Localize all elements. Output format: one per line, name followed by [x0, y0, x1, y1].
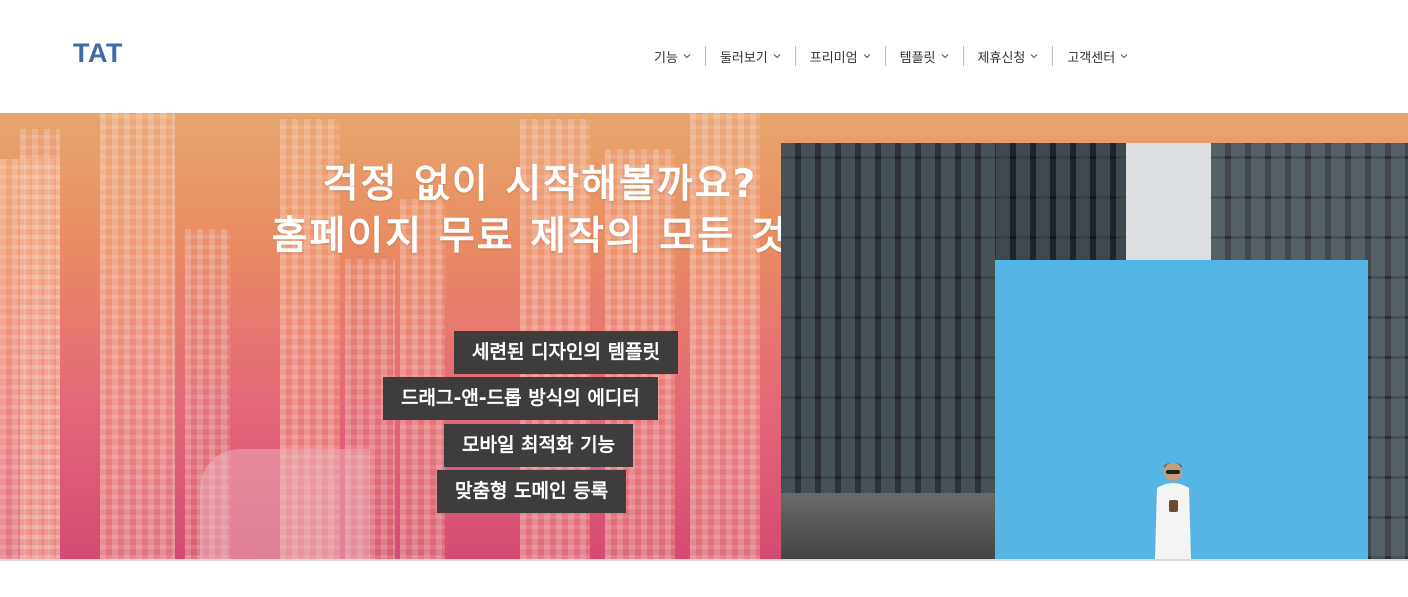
nav-item-features[interactable]: 기능: [640, 45, 705, 67]
background-ship: [200, 449, 370, 559]
hero-photo: [781, 143, 1408, 559]
feature-badge-editor: 드래그-앤-드롭 방식의 에디터: [383, 377, 658, 420]
site-header: TAT 기능 둘러보기 프리미엄 템플릿 제휴신청 고객센터: [0, 0, 1408, 113]
chevron-down-icon: [773, 54, 781, 59]
feature-badge-templates: 세련된 디자인의 템플릿: [454, 331, 679, 374]
logo[interactable]: TAT: [73, 38, 123, 69]
chevron-down-icon: [1030, 54, 1038, 59]
chevron-down-icon: [683, 54, 691, 59]
section-divider: [0, 559, 1408, 561]
background-building: [100, 113, 175, 559]
nav-item-label: 고객센터: [1067, 50, 1116, 66]
hero-title: 걱정 없이 시작해볼까요? 홈페이지 무료 제작의 모든 것!: [200, 159, 880, 263]
chevron-down-icon: [1120, 54, 1128, 59]
nav-item-label: 둘러보기: [719, 50, 768, 66]
photo-woman: [1155, 462, 1191, 559]
hero-title-line-2: 홈페이지 무료 제작의 모든 것!: [271, 214, 809, 259]
background-building: [20, 129, 60, 559]
chevron-down-icon: [941, 54, 948, 59]
nav-item-label: 프리미엄: [809, 50, 858, 66]
nav-item-label: 기능: [654, 50, 678, 66]
photo-street-crowd: [781, 493, 1001, 559]
nav-item-label: 템플릿: [899, 50, 936, 66]
nav-item-label: 제휴신청: [977, 50, 1026, 66]
nav-item-support[interactable]: 고객센터: [1053, 45, 1142, 67]
chevron-down-icon: [863, 54, 870, 59]
nav-item-templates[interactable]: 템플릿: [886, 45, 963, 67]
nav-item-premium[interactable]: 프리미엄: [796, 45, 885, 67]
nav-item-partnership[interactable]: 제휴신청: [964, 45, 1053, 67]
main-nav: 기능 둘러보기 프리미엄 템플릿 제휴신청 고객센터: [640, 44, 1142, 68]
feature-badge-mobile: 모바일 최적화 기능: [444, 424, 634, 467]
feature-badge-domain: 맞춤형 도메인 등록: [437, 470, 627, 513]
nav-item-explore[interactable]: 둘러보기: [706, 45, 795, 67]
hero-title-line-1: 걱정 없이 시작해볼까요?: [322, 162, 758, 207]
